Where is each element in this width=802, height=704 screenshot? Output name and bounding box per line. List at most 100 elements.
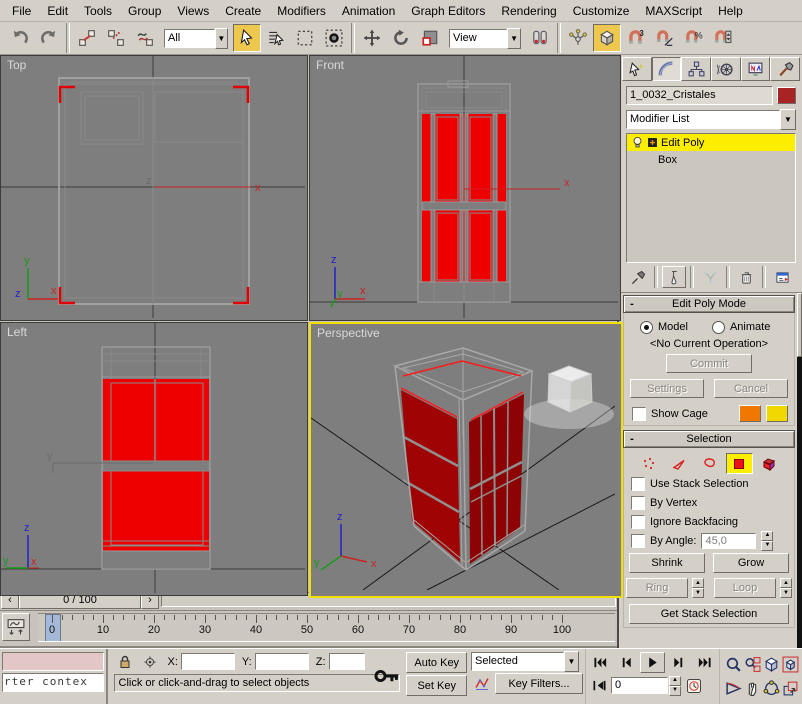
viewport-perspective[interactable]: Perspective — [309, 322, 623, 598]
z-coordinate-field[interactable] — [329, 653, 365, 670]
select-object-button[interactable] — [233, 24, 261, 52]
tab-utilities[interactable] — [770, 57, 800, 81]
zoom-extents-all-button[interactable] — [781, 652, 800, 676]
loop-spinner[interactable]: ▲▼ — [780, 578, 792, 598]
selection-filter-dropdown[interactable]: All▼ — [164, 29, 228, 48]
border-subobject-button[interactable] — [696, 453, 723, 474]
by-vertex-checkbox[interactable] — [631, 496, 645, 510]
select-and-manipulate-button[interactable] — [564, 24, 592, 52]
grow-button[interactable]: Grow — [713, 553, 789, 573]
tab-display[interactable] — [741, 57, 771, 81]
stack-row-edit-poly[interactable]: Edit Poly — [627, 134, 795, 151]
tab-create[interactable] — [622, 57, 652, 81]
select-and-link-button[interactable] — [73, 24, 101, 52]
ring-button[interactable]: Ring — [626, 578, 688, 598]
show-end-result-button[interactable] — [662, 266, 686, 288]
spinner-snap-toggle-button[interactable] — [709, 24, 737, 52]
cage-color-swatch-2[interactable] — [766, 405, 788, 422]
viewport-front[interactable]: Front — [309, 55, 621, 321]
go-to-start-button[interactable] — [588, 652, 613, 673]
element-subobject-button[interactable] — [756, 453, 783, 474]
bind-to-space-warp-button[interactable] — [131, 24, 159, 52]
time-configuration-button[interactable] — [682, 675, 706, 696]
object-color-swatch[interactable] — [777, 87, 796, 104]
current-frame-field[interactable]: 0 — [611, 677, 668, 694]
remove-modifier-button[interactable] — [734, 266, 758, 288]
snap-3d-toggle-button[interactable]: 3 — [622, 24, 650, 52]
use-center-flyout-button[interactable] — [526, 24, 554, 52]
absolute-mode-transform-toggle[interactable] — [139, 652, 161, 672]
shrink-button[interactable]: Shrink — [629, 553, 705, 573]
select-and-rotate-button[interactable] — [387, 24, 415, 52]
menu-item-group[interactable]: Group — [120, 2, 169, 20]
reference-coordinate-dropdown[interactable]: View▼ — [449, 29, 521, 48]
zoom-extents-button[interactable] — [762, 652, 781, 676]
viewport-front-canvas[interactable]: x z y x — [310, 56, 618, 318]
listener-input-row[interactable] — [2, 652, 104, 671]
menu-item-views[interactable]: Views — [169, 2, 217, 20]
menu-item-maxscript[interactable]: MAXScript — [637, 2, 710, 20]
modifier-stack[interactable]: Edit PolyBox — [626, 133, 796, 263]
open-mini-curve-editor-button[interactable] — [2, 613, 30, 641]
x-coordinate-field[interactable] — [181, 653, 235, 670]
key-filter-arrow[interactable]: ▼ — [564, 651, 579, 672]
viewport-left[interactable]: Left — [0, 322, 308, 596]
zoom-button[interactable] — [724, 652, 743, 676]
settings-button[interactable]: Settings — [630, 379, 704, 398]
menu-item-help[interactable]: Help — [710, 2, 751, 20]
cancel-button[interactable]: Cancel — [714, 379, 788, 398]
y-coordinate-field[interactable] — [255, 653, 309, 670]
unlink-selection-button[interactable] — [102, 24, 130, 52]
edge-subobject-button[interactable] — [666, 453, 693, 474]
menu-item-graph-editors[interactable]: Graph Editors — [403, 2, 493, 20]
frame-spinner[interactable]: ▲▼ — [669, 676, 681, 696]
menu-item-create[interactable]: Create — [217, 2, 269, 20]
viewport-top[interactable]: Top — [0, 55, 308, 321]
auto-key-button[interactable]: Auto Key — [406, 652, 467, 673]
play-animation-button[interactable] — [640, 652, 665, 673]
track-bar-ruler[interactable]: 0102030405060708090100 — [38, 613, 615, 642]
key-mode-toggle[interactable] — [588, 676, 610, 695]
viewport-left-canvas[interactable]: y z y x — [1, 323, 305, 593]
ring-spinner[interactable]: ▲▼ — [692, 578, 704, 598]
animate-radio[interactable] — [712, 321, 725, 334]
pan-view-button[interactable] — [743, 676, 762, 700]
window-crossing-toggle-button[interactable] — [320, 24, 348, 52]
min-max-toggle-button[interactable] — [781, 676, 800, 700]
rectangular-selection-region-button[interactable] — [291, 24, 319, 52]
menu-item-animation[interactable]: Animation — [334, 2, 403, 20]
model-radio[interactable] — [640, 321, 653, 334]
commit-button[interactable]: Commit — [666, 354, 752, 373]
ignore-backfacing-checkbox[interactable] — [631, 515, 645, 529]
show-cage-checkbox[interactable] — [632, 407, 646, 421]
reference-coordinate-dropdown-arrow[interactable]: ▼ — [507, 28, 521, 49]
get-stack-selection-button[interactable]: Get Stack Selection — [629, 604, 789, 624]
by-angle-spinner[interactable]: ▲▼ — [761, 531, 773, 551]
select-by-name-button[interactable] — [262, 24, 290, 52]
percent-snap-toggle-button[interactable]: % — [680, 24, 708, 52]
menu-item-tools[interactable]: Tools — [76, 2, 120, 20]
vertex-subobject-button[interactable] — [636, 453, 663, 474]
object-name-field[interactable]: 1_0032_Cristales — [626, 86, 773, 105]
cage-color-swatch-1[interactable] — [739, 405, 761, 422]
redo-button[interactable] — [35, 24, 63, 52]
next-frame-button[interactable] — [666, 652, 691, 673]
tab-hierarchy[interactable] — [681, 57, 711, 81]
loop-button[interactable]: Loop — [714, 578, 776, 598]
selection-filter-dropdown-arrow[interactable]: ▼ — [215, 28, 228, 49]
by-angle-checkbox[interactable] — [631, 534, 645, 548]
edit-poly-mode-rollout-header[interactable]: - Edit Poly Mode — [623, 295, 795, 313]
menu-item-file[interactable]: File — [4, 2, 39, 20]
modifier-list-dropdown[interactable]: Modifier List ▼ — [626, 110, 796, 129]
selection-rollout-header[interactable]: - Selection — [623, 430, 795, 448]
use-stack-selection-checkbox[interactable] — [631, 477, 645, 491]
rollout-scrollbar[interactable] — [797, 293, 802, 648]
scrollbar-thumb[interactable] — [797, 293, 802, 357]
angle-snap-toggle-button[interactable] — [651, 24, 679, 52]
select-and-scale-button[interactable] — [416, 24, 444, 52]
default-in-out-tangent-button[interactable] — [471, 673, 493, 694]
menu-item-customize[interactable]: Customize — [565, 2, 638, 20]
go-to-end-button[interactable] — [692, 652, 717, 673]
modifier-list-arrow[interactable]: ▼ — [780, 109, 796, 130]
select-and-move-button[interactable] — [358, 24, 386, 52]
